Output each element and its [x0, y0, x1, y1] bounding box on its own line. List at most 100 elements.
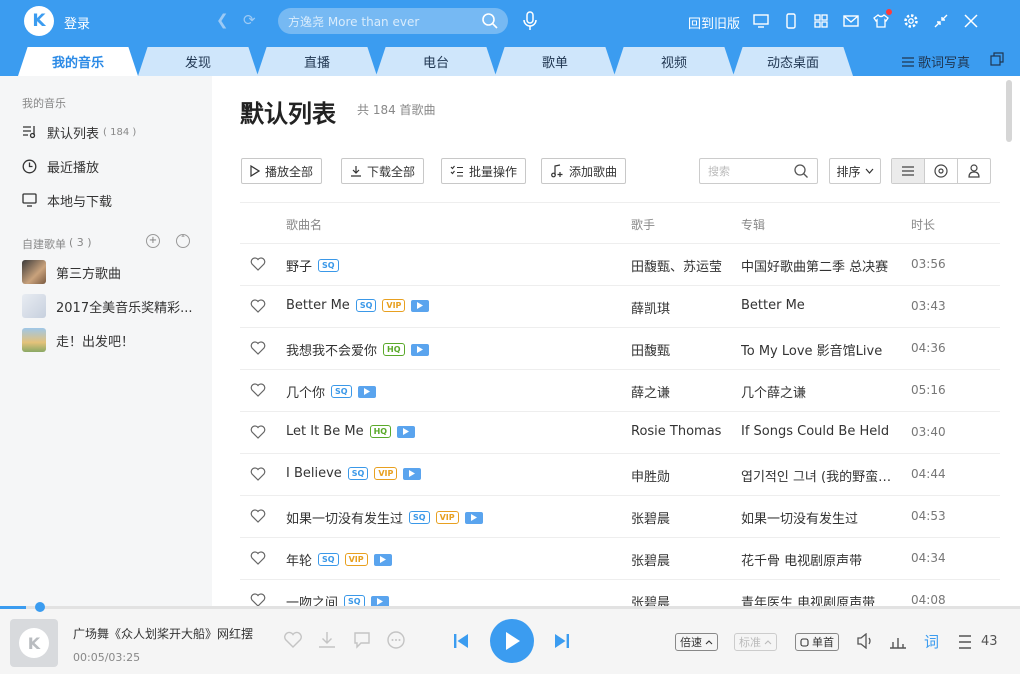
- batch-operation-button[interactable]: 批量操作: [441, 158, 527, 184]
- heart-icon[interactable]: [250, 341, 266, 355]
- song-name-cell[interactable]: Let It Be Me HQ: [286, 424, 416, 439]
- mv-icon[interactable]: [373, 553, 392, 566]
- back-icon[interactable]: ❮: [216, 11, 229, 29]
- album-view-icon[interactable]: [925, 159, 958, 183]
- album-name[interactable]: To My Love 影音馆Live: [741, 340, 901, 359]
- refresh-icon[interactable]: ⟳: [243, 11, 256, 29]
- sidebar-item-recent[interactable]: 最近播放: [22, 156, 99, 176]
- artist-name[interactable]: 田馥甄、苏运莹: [631, 256, 722, 275]
- sidebar-playlist-item[interactable]: 走！出发吧！: [22, 328, 134, 352]
- tab-video[interactable]: 视频: [614, 47, 734, 76]
- search-input[interactable]: 方逸尧 More than ever: [288, 13, 419, 30]
- artist-name[interactable]: 申胜勋: [631, 466, 670, 485]
- download-icon[interactable]: [318, 631, 336, 649]
- collapse-playlists-button[interactable]: ˆ: [176, 234, 190, 248]
- previous-track-icon[interactable]: [453, 633, 469, 649]
- table-row[interactable]: 我想我不会爱你 HQ 田馥甄 To My Love 影音馆Live 04:36: [240, 328, 1000, 370]
- table-row[interactable]: Let It Be Me HQ Rosie Thomas If Songs Could…: [240, 412, 1000, 454]
- sidebar-item-default-list[interactable]: 默认列表 ( 184 ): [22, 122, 136, 142]
- mv-icon[interactable]: [411, 299, 430, 312]
- mini-mode-icon[interactable]: [990, 52, 1004, 66]
- play-button[interactable]: [490, 619, 534, 663]
- heart-icon[interactable]: [283, 631, 303, 649]
- table-row[interactable]: Better Me SQ VIP 薛凯琪 Better Me 03:43: [240, 286, 1000, 328]
- mv-icon[interactable]: [464, 511, 483, 524]
- microphone-icon[interactable]: [522, 11, 538, 31]
- column-artist[interactable]: 歌手: [631, 216, 655, 233]
- mv-icon[interactable]: [403, 467, 422, 480]
- album-name[interactable]: 几个薛之谦: [741, 382, 901, 401]
- comment-icon[interactable]: [353, 631, 371, 649]
- album-name[interactable]: If Songs Could Be Held: [741, 424, 901, 439]
- album-name[interactable]: 엽기적인 그녀 (我的野蛮女友): [741, 466, 901, 485]
- artist-name[interactable]: 薛凯琪: [631, 298, 670, 317]
- phone-icon[interactable]: [782, 12, 800, 30]
- lyric-photo-link[interactable]: 歌词写真: [902, 52, 970, 71]
- heart-icon[interactable]: [250, 383, 266, 397]
- progress-bar[interactable]: [0, 602, 1020, 612]
- tab-dynamic-desktop[interactable]: 动态桌面: [733, 47, 853, 76]
- column-duration[interactable]: 时长: [911, 216, 935, 233]
- desktop-icon[interactable]: [752, 12, 770, 30]
- song-name-cell[interactable]: 几个你 SQ: [286, 382, 376, 401]
- search-icon[interactable]: [481, 12, 499, 30]
- next-track-icon[interactable]: [554, 633, 570, 649]
- skin-icon[interactable]: [872, 9, 892, 30]
- mv-icon[interactable]: [410, 343, 429, 356]
- tab-my-music[interactable]: 我的音乐: [18, 47, 138, 76]
- album-name[interactable]: 如果一切没有发生过: [741, 508, 901, 527]
- sound-effect-icon[interactable]: [889, 635, 907, 649]
- sort-dropdown[interactable]: 排序: [829, 158, 881, 184]
- settings-gear-icon[interactable]: [902, 12, 920, 30]
- progress-handle[interactable]: [34, 602, 45, 612]
- login-link[interactable]: 登录: [64, 13, 90, 32]
- volume-icon[interactable]: [857, 633, 875, 649]
- column-album[interactable]: 专辑: [741, 216, 765, 233]
- apps-grid-icon[interactable]: [812, 12, 830, 30]
- song-name-cell[interactable]: 如果一切没有发生过 SQ VIP: [286, 508, 483, 527]
- column-song-name[interactable]: 歌曲名: [286, 216, 322, 233]
- artist-name[interactable]: 张碧晨: [631, 550, 670, 569]
- playlist-queue-icon[interactable]: [958, 635, 976, 649]
- album-name[interactable]: Better Me: [741, 298, 901, 313]
- song-name-cell[interactable]: Better Me SQ VIP: [286, 298, 430, 313]
- table-row[interactable]: 几个你 SQ 薛之谦 几个薛之谦 05:16: [240, 370, 1000, 412]
- list-view-icon[interactable]: [892, 159, 925, 183]
- heart-icon[interactable]: [250, 425, 266, 439]
- album-name[interactable]: 花千骨 电视剧原声带: [741, 550, 901, 569]
- table-row[interactable]: 如果一切没有发生过 SQ VIP 张碧晨 如果一切没有发生过 04:53: [240, 496, 1000, 538]
- artist-name[interactable]: 薛之谦: [631, 382, 670, 401]
- play-mode-button[interactable]: 单首: [795, 633, 839, 651]
- tab-radio[interactable]: 电台: [376, 47, 496, 76]
- search-icon[interactable]: [793, 163, 809, 179]
- artist-name[interactable]: 田馥甄: [631, 340, 670, 359]
- sidebar-item-local-download[interactable]: 本地与下载: [22, 190, 112, 210]
- tab-discover[interactable]: 发现: [138, 47, 258, 76]
- list-search-input[interactable]: 搜索: [699, 158, 818, 184]
- add-song-button[interactable]: 添加歌曲: [541, 158, 627, 184]
- song-name-cell[interactable]: 野子 SQ: [286, 256, 339, 275]
- lyrics-toggle[interactable]: 词: [924, 631, 939, 652]
- shrink-window-icon[interactable]: [932, 12, 950, 30]
- heart-icon[interactable]: [250, 257, 266, 271]
- now-playing-cover[interactable]: K: [10, 619, 58, 667]
- mv-icon[interactable]: [357, 385, 376, 398]
- heart-icon[interactable]: [250, 467, 266, 481]
- artist-name[interactable]: Rosie Thomas: [631, 424, 721, 439]
- more-icon[interactable]: [387, 631, 405, 649]
- back-to-old-version-link[interactable]: 回到旧版: [688, 13, 740, 32]
- scrollbar-thumb[interactable]: [1006, 80, 1012, 142]
- mv-icon[interactable]: [397, 425, 416, 438]
- search-box[interactable]: 方逸尧 More than ever: [278, 8, 508, 34]
- heart-icon[interactable]: [250, 299, 266, 313]
- artist-name[interactable]: 张碧晨: [631, 508, 670, 527]
- table-row[interactable]: I Believe SQ VIP 申胜勋 엽기적인 그녀 (我的野蛮女友) 04:44: [240, 454, 1000, 496]
- now-playing-title[interactable]: 广场舞《众人划桨开大船》网红摆: [73, 625, 273, 642]
- tab-live[interactable]: 直播: [257, 47, 377, 76]
- song-name-cell[interactable]: I Believe SQ VIP: [286, 466, 422, 481]
- quality-button[interactable]: 标准: [734, 633, 777, 651]
- heart-icon[interactable]: [250, 551, 266, 565]
- song-name-cell[interactable]: 我想我不会爱你 HQ: [286, 340, 429, 359]
- song-name-cell[interactable]: 年轮 SQ VIP: [286, 550, 392, 569]
- play-all-button[interactable]: 播放全部: [241, 158, 323, 184]
